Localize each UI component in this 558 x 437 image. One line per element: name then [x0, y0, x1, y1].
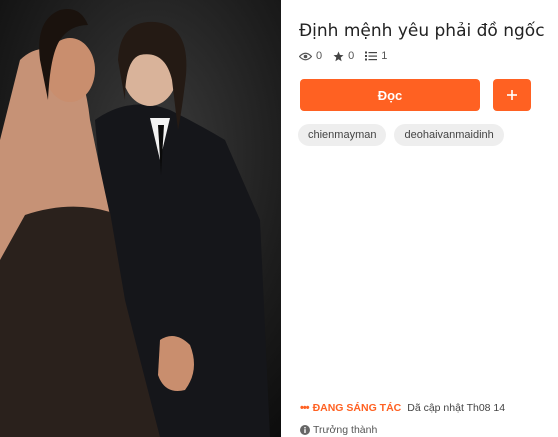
eye-icon [299, 52, 312, 60]
reads-stat: 0 [299, 50, 322, 62]
plus-icon [507, 90, 517, 100]
star-icon [333, 51, 344, 61]
cover-illustration [0, 0, 281, 437]
votes-stat: 0 [333, 50, 354, 62]
updated-date: Dã cập nhật Th08 14 [407, 402, 506, 414]
content-rating: Trưởng thành [300, 424, 377, 436]
read-button-label: Đọc [377, 87, 403, 103]
status-dots: ••• [300, 402, 310, 414]
add-to-library-button[interactable] [493, 79, 531, 111]
status-badge: ĐANG SÁNG TÁC [312, 402, 402, 414]
story-cover-image[interactable] [0, 0, 281, 437]
story-stats: 0 0 1 [299, 50, 398, 62]
content-rating-label: Trưởng thành [313, 424, 378, 436]
story-status: ••• ĐANG SÁNG TÁC Dã cập nhật Th08 14 [300, 402, 505, 414]
parts-count: 1 [381, 50, 388, 62]
story-title[interactable]: Định mệnh yêu phải đồ ngốc [299, 20, 549, 42]
votes-count: 0 [348, 50, 355, 62]
info-icon [300, 425, 310, 435]
list-icon [365, 51, 378, 61]
tag-chip[interactable]: chienmayman [298, 124, 387, 146]
tag-list: chienmayman deohaivanmaidinh [298, 124, 512, 146]
reads-count: 0 [316, 50, 323, 62]
parts-stat: 1 [365, 50, 387, 62]
tag-chip[interactable]: deohaivanmaidinh [394, 124, 504, 146]
story-details-panel: Định mệnh yêu phải đồ ngốc 0 0 1 Đọc chi… [281, 0, 558, 437]
read-button[interactable]: Đọc [300, 79, 480, 111]
